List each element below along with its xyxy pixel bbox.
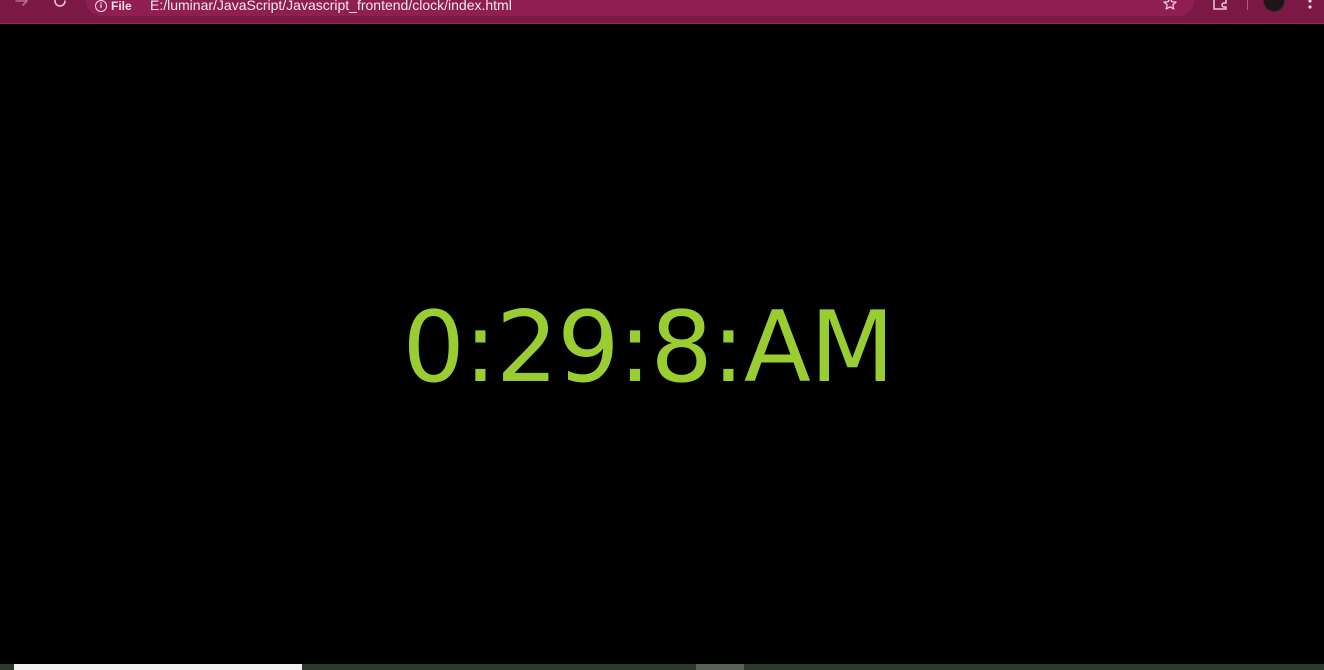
address-bar[interactable]: i File E:/luminar/JavaScript/Javascript_…: [86, 0, 1194, 16]
browser-toolbar: i File E:/luminar/JavaScript/Javascript_…: [0, 0, 1324, 24]
window-thumbnail-left[interactable]: [14, 664, 302, 670]
url-text[interactable]: E:/luminar/JavaScript/Javascript_fronten…: [150, 0, 512, 13]
extensions-icon[interactable]: [1211, 0, 1231, 11]
star-icon[interactable]: [1162, 0, 1178, 12]
kebab-menu-icon[interactable]: [1303, 0, 1317, 11]
info-icon: i: [95, 0, 107, 12]
clock-display: 0:29:8:AM: [402, 291, 894, 405]
site-info-chip[interactable]: i File: [95, 0, 132, 14]
avatar[interactable]: [1263, 0, 1285, 12]
toolbar-divider: [1247, 0, 1248, 10]
site-info-label: File: [111, 0, 132, 13]
forward-arrow-icon[interactable]: [12, 0, 32, 11]
reload-icon[interactable]: [50, 0, 70, 11]
page-viewport: 0:29:8:AM: [0, 24, 1324, 664]
window-thumbnail-middle[interactable]: [696, 664, 744, 670]
